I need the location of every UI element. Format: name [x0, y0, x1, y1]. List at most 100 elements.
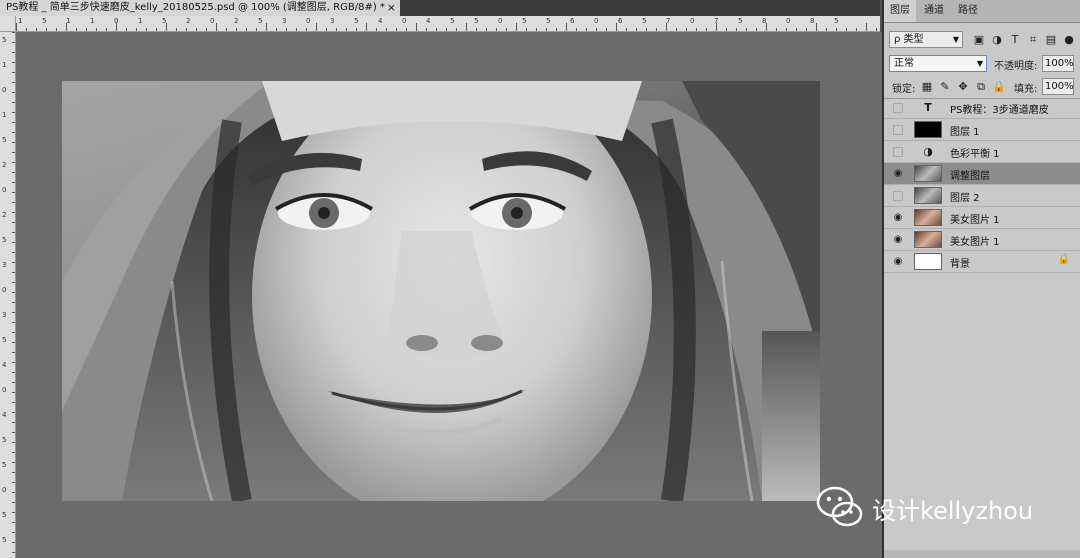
layer-row[interactable]: ◉ 美女图片 1	[884, 207, 1080, 229]
layer-row[interactable]: 图层 1	[884, 119, 1080, 141]
ruler-label: 5	[2, 136, 7, 144]
ruler-tick	[516, 23, 517, 31]
ruler-tick	[586, 28, 587, 31]
ruler-label: 0	[498, 17, 503, 25]
ruler-tick	[796, 28, 797, 31]
ruler-tick	[426, 28, 427, 31]
lock-row: 锁定: ▦ ✎ ✥ ⧉ 🔒 填充: 100%	[884, 75, 1080, 99]
lock-all-icon[interactable]: 🔒	[992, 80, 1006, 94]
ruler-tick	[12, 192, 15, 193]
ruler-tick	[12, 462, 15, 463]
ruler-tick	[12, 92, 15, 93]
ruler-label: 2	[2, 211, 7, 219]
ruler-tick	[12, 32, 15, 33]
tab-paths[interactable]: 路径	[952, 0, 984, 22]
ruler-tick	[286, 28, 287, 31]
portrait-photo	[62, 81, 820, 501]
tab-layers[interactable]: 图层	[884, 0, 916, 22]
ruler-tick	[12, 172, 15, 173]
blend-mode-select[interactable]: 正常 ▼	[889, 55, 987, 72]
ruler-tick	[176, 28, 177, 31]
ruler-tick	[12, 342, 15, 343]
ruler-label: 4	[378, 17, 383, 25]
chevron-down-icon: ▼	[976, 59, 983, 68]
visibility-toggle[interactable]	[893, 125, 903, 135]
canvas-workspace[interactable]	[16, 32, 882, 558]
ruler-tick	[156, 28, 157, 31]
shape-filter-icon[interactable]: ⌗	[1026, 33, 1040, 47]
lock-position-icon[interactable]: ✥	[956, 80, 970, 94]
ruler-tick	[566, 23, 567, 31]
ruler-tick	[126, 28, 127, 31]
smart-filter-icon[interactable]: ▤	[1044, 33, 1058, 47]
layer-row[interactable]: ◉ 美女图片 1	[884, 229, 1080, 251]
layer-row[interactable]: ◉ 背景 🔒	[884, 251, 1080, 273]
type-filter-icon[interactable]: T	[1008, 33, 1022, 47]
document-tab[interactable]: PS教程 _ 简单三步快速磨皮_kelly_20180525.psd @ 100…	[0, 0, 400, 16]
ruler-tick	[606, 28, 607, 31]
close-tab-icon[interactable]: ×	[387, 0, 396, 16]
image-filter-icon[interactable]: ▣	[972, 33, 986, 47]
ruler-label: 1	[138, 17, 143, 25]
ruler-tick	[206, 28, 207, 31]
ruler-tick	[466, 23, 467, 31]
ruler-tick	[12, 442, 15, 443]
eye-icon[interactable]: ◉	[891, 255, 905, 269]
ruler-tick	[12, 542, 15, 543]
ruler-tick	[396, 28, 397, 31]
adjustment-filter-icon[interactable]: ◑	[990, 33, 1004, 47]
lock-artboard-icon[interactable]: ⧉	[974, 80, 988, 94]
layer-row[interactable]: ◑ 色彩平衡 1	[884, 141, 1080, 163]
layer-row[interactable]: T PS教程：3步通道磨皮	[884, 97, 1080, 119]
filter-toggle-icon[interactable]: ●	[1064, 33, 1074, 47]
ruler-tick	[816, 23, 817, 31]
ruler-label: 0	[2, 386, 7, 394]
ruler-label: 3	[2, 311, 7, 319]
ruler-label: 1	[2, 61, 7, 69]
ruler-tick	[626, 28, 627, 31]
ruler-tick	[376, 28, 377, 31]
horizontal-ruler[interactable]: 1 5 1 1 0 1 5 2 0 2 5 3 0 3 5 4 0 4 5 5 0 5 5 6 0 6 5 7 0 7 5 8 0 8 5	[16, 16, 880, 32]
opacity-input[interactable]: 100%	[1042, 55, 1074, 72]
visibility-toggle[interactable]	[893, 147, 903, 157]
ruler-label: 5	[522, 17, 527, 25]
ruler-tick	[12, 122, 15, 123]
layer-name: 图层 1	[950, 127, 980, 138]
layer-row[interactable]: 图层 2	[884, 185, 1080, 207]
tab-channels[interactable]: 通道	[918, 0, 950, 22]
vertical-ruler[interactable]: 5 1 0 1 5 2 0 2 5 3 0 3 5 4 0 4 5 5 0 5 5	[0, 16, 16, 558]
document-tab-title: PS教程 _ 简单三步快速磨皮_kelly_20180525.psd @ 100…	[6, 2, 385, 13]
eye-icon[interactable]: ◉	[891, 211, 905, 225]
ruler-tick	[12, 482, 15, 483]
ruler-label: 4	[2, 361, 7, 369]
visibility-toggle[interactable]	[893, 191, 903, 201]
lock-transparent-icon[interactable]: ▦	[920, 80, 934, 94]
ruler-tick	[636, 28, 637, 31]
ruler-tick	[246, 28, 247, 31]
ruler-tick	[12, 262, 15, 263]
eye-icon[interactable]: ◉	[891, 233, 905, 247]
ruler-tick	[866, 23, 867, 31]
ruler-tick	[826, 28, 827, 31]
eye-icon[interactable]: ◉	[891, 167, 905, 181]
document-canvas[interactable]	[62, 81, 820, 501]
ruler-tick	[526, 28, 527, 31]
layer-thumbnail	[914, 187, 942, 204]
ruler-tick	[136, 28, 137, 31]
ruler-tick	[36, 28, 37, 31]
ruler-tick	[806, 28, 807, 31]
fill-input[interactable]: 100%	[1042, 78, 1074, 95]
layer-row[interactable]: ◉ 调整图层	[884, 163, 1080, 185]
ruler-origin[interactable]	[0, 16, 16, 32]
ruler-label: 2	[186, 17, 191, 25]
layer-name: 色彩平衡 1	[950, 149, 1000, 160]
lock-pixels-icon[interactable]: ✎	[938, 80, 952, 94]
layer-filter-select[interactable]: ρ 类型 ▼	[889, 31, 963, 48]
visibility-toggle[interactable]	[893, 103, 903, 113]
text-layer-icon: T	[924, 101, 932, 114]
ruler-tick	[12, 392, 15, 393]
ruler-tick	[12, 202, 15, 203]
ruler-label: 0	[2, 486, 7, 494]
ruler-tick	[12, 302, 15, 303]
ruler-tick	[266, 23, 267, 31]
